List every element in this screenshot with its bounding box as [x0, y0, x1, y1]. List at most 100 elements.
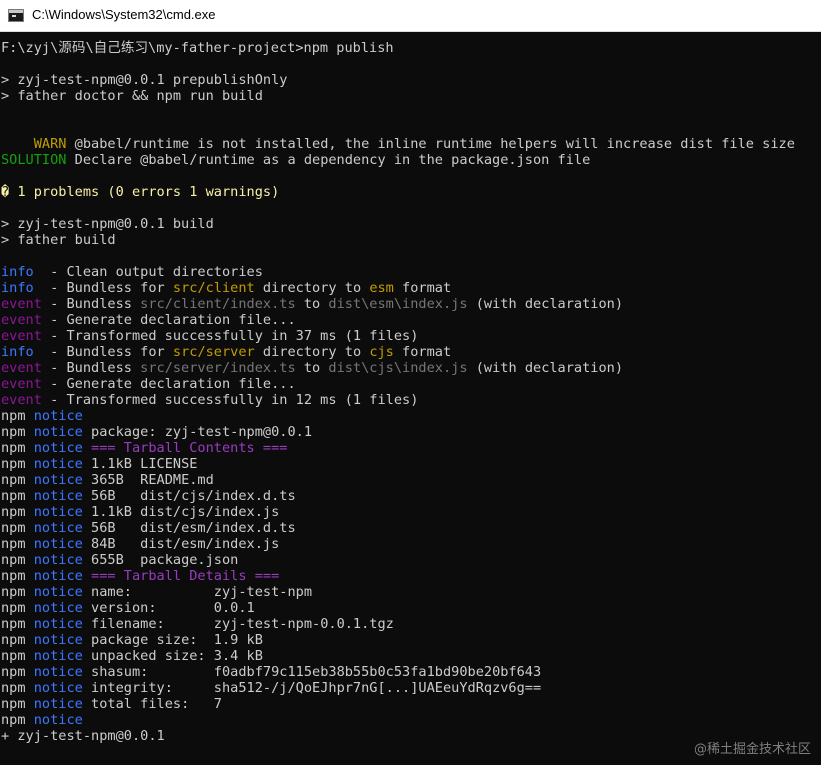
console-text-segment: info	[1, 344, 34, 360]
console-text-segment: npm	[1, 600, 34, 616]
console-text-segment: npm	[1, 568, 34, 584]
console-text-segment: notice	[33, 632, 83, 648]
console-text-segment: SOLUTION	[1, 152, 67, 168]
console-text-segment: notice	[33, 504, 83, 520]
console-text-segment: - Generate declaration file...	[41, 376, 296, 392]
console-line: npm notice	[1, 712, 795, 728]
console-line: npm notice package size: 1.9 kB	[1, 632, 795, 648]
console-line: npm notice version: 0.0.1	[1, 600, 795, 616]
console-output[interactable]: F:\zyj\源码\自己练习\my-father-project>npm pub…	[0, 32, 821, 765]
console-line: SOLUTION Declare @babel/runtime as a dep…	[1, 152, 795, 168]
console-text-segment: notice	[33, 648, 83, 664]
console-text-segment: notice	[33, 600, 83, 616]
console-text-segment: name: zyj-test-npm	[82, 584, 313, 600]
console-text-segment: (with declaration)	[467, 360, 624, 376]
console-text-segment: - Bundless for	[33, 344, 173, 360]
console-text-segment: > zyj-test-npm@0.0.1 build	[1, 216, 214, 232]
console-text-segment: notice	[33, 584, 83, 600]
console-text-segment: integrity: sha512-/j/QoEJhpr7nG[...]UAEe…	[82, 680, 542, 696]
console-text-segment: src/client/index.ts	[140, 296, 296, 312]
console-text-segment: - Bundless	[41, 296, 141, 312]
console-text-segment: Declare @babel/runtime as a dependency i…	[66, 152, 591, 168]
console-text-segment: npm	[1, 664, 34, 680]
console-line: event - Bundless src/server/index.ts to …	[1, 360, 795, 376]
console-text-segment: notice	[33, 696, 83, 712]
console-line: F:\zyj\源码\自己练习\my-father-project>npm pub…	[1, 40, 795, 56]
console-text-segment: npm	[1, 408, 34, 424]
console-text-segment: dist\cjs\index.js	[328, 360, 468, 376]
console-text-segment: notice	[33, 424, 83, 440]
console-text-segment: format	[393, 280, 452, 296]
console-text-segment: npm	[1, 616, 34, 632]
console-line: > father doctor && npm run build	[1, 88, 795, 104]
console-text-segment: npm	[1, 552, 34, 568]
console-line: npm notice 84B dist/esm/index.js	[1, 536, 795, 552]
console-text-segment: npm	[1, 712, 34, 728]
console-text-segment: package: zyj-test-npm@0.0.1	[82, 424, 313, 440]
console-text-segment: - Transformed successfully in 37 ms (1 f…	[41, 328, 419, 344]
console-text-segment: event	[1, 312, 42, 328]
console-text-segment: 1.1kB LICENSE	[82, 456, 198, 472]
console-line: WARN @babel/runtime is not installed, th…	[1, 136, 795, 152]
console-text-segment: event	[1, 328, 42, 344]
console-text-segment: npm	[1, 488, 34, 504]
console-text-segment: notice	[33, 616, 83, 632]
console-line: npm notice 1.1kB LICENSE	[1, 456, 795, 472]
console-line: npm notice unpacked size: 3.4 kB	[1, 648, 795, 664]
console-line: + zyj-test-npm@0.0.1	[1, 728, 795, 744]
console-text-segment: notice	[33, 552, 83, 568]
title-bar[interactable]: C:\Windows\System32\cmd.exe	[0, 0, 821, 32]
console-text-segment: WARN	[1, 136, 67, 152]
console-text-segment: src/client	[172, 280, 255, 296]
console-text-segment: F:\zyj\源码\自己练习\my-father-project>npm pub…	[1, 40, 394, 56]
console-text-segment: === Tarball Contents ===	[82, 440, 288, 456]
console-text-segment: notice	[33, 440, 83, 456]
console-line: npm notice 365B README.md	[1, 472, 795, 488]
console-text-segment: npm	[1, 424, 34, 440]
console-line: npm notice name: zyj-test-npm	[1, 584, 795, 600]
console-line: npm notice	[1, 408, 795, 424]
console-line: event - Transformed successfully in 12 m…	[1, 392, 795, 408]
warning-icon: �	[1, 184, 10, 200]
console-text-segment: directory to	[254, 280, 370, 296]
console-line: npm notice integrity: sha512-/j/QoEJhpr7…	[1, 680, 795, 696]
console-text-segment: npm	[1, 472, 34, 488]
console-text-segment: esm	[369, 280, 394, 296]
console-text-segment: @babel/runtime is not installed, the inl…	[66, 136, 795, 152]
console-text-segment: notice	[33, 456, 83, 472]
console-text-segment: event	[1, 296, 42, 312]
console-text-segment: npm	[1, 520, 34, 536]
console-line: event - Transformed successfully in 37 m…	[1, 328, 795, 344]
console-line: event - Bundless src/client/index.ts to …	[1, 296, 795, 312]
console-line: � 1 problems (0 errors 1 warnings)	[1, 184, 795, 200]
console-text-segment: to	[295, 296, 329, 312]
console-line: npm notice === Tarball Details ===	[1, 568, 795, 584]
console-text-segment: dist\esm\index.js	[328, 296, 468, 312]
console-text-segment: - Clean output directories	[33, 264, 263, 280]
console-text-segment: notice	[33, 472, 83, 488]
console-line: > zyj-test-npm@0.0.1 build	[1, 216, 795, 232]
console-text-segment: unpacked size: 3.4 kB	[82, 648, 263, 664]
console-line: npm notice shasum: f0adbf79c115eb38b55b0…	[1, 664, 795, 680]
console-lines: F:\zyj\源码\自己练习\my-father-project>npm pub…	[1, 40, 795, 744]
console-line: event - Generate declaration file...	[1, 312, 795, 328]
console-text-segment: notice	[33, 680, 83, 696]
console-text-segment: notice	[33, 488, 83, 504]
console-line: info - Bundless for src/client directory…	[1, 280, 795, 296]
console-text-segment: notice	[33, 664, 83, 680]
console-text-segment: notice	[33, 408, 83, 424]
console-text-segment: npm	[1, 680, 34, 696]
console-text-segment: npm	[1, 536, 34, 552]
console-text-segment: notice	[33, 536, 83, 552]
console-text-segment: npm	[1, 648, 34, 664]
console-text-segment: > zyj-test-npm@0.0.1 prepublishOnly	[1, 72, 288, 88]
cmd-app-icon[interactable]	[8, 9, 24, 22]
console-text-segment: src/server	[172, 344, 255, 360]
console-text-segment: info	[1, 280, 34, 296]
console-text-segment: + zyj-test-npm@0.0.1	[1, 728, 165, 744]
console-text-segment: event	[1, 392, 42, 408]
console-text-segment: notice	[33, 520, 83, 536]
